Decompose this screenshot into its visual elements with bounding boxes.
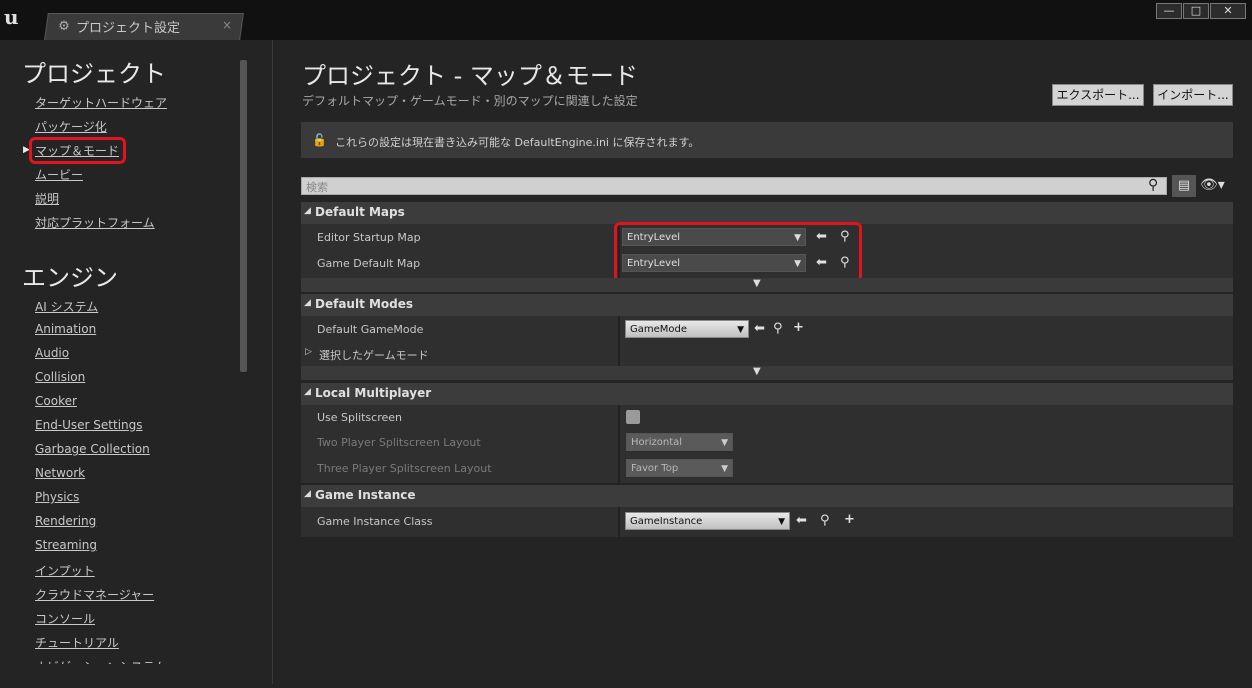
export-button[interactable]: エクスポート...	[1052, 84, 1144, 106]
minimize-button[interactable]: —	[1156, 3, 1182, 19]
settings-gear-icon: ⚙	[58, 18, 70, 34]
three-player-layout-value: Favor Top	[631, 463, 679, 474]
sidebar-item-movies[interactable]: ムービー	[35, 166, 83, 183]
three-player-layout-label: Three Player Splitscreen Layout	[317, 462, 492, 475]
game-instance-class-value: GameInstance	[630, 516, 703, 527]
sidebar-item-cooker[interactable]: Cooker	[35, 394, 77, 408]
sidebar-item-crowd-manager[interactable]: クラウドマネージャー	[35, 586, 154, 603]
two-player-layout-value: Horizontal	[631, 437, 683, 448]
sidebar-divider	[272, 40, 273, 684]
table-view-icon[interactable]: ▤	[1172, 175, 1196, 197]
advanced-expander[interactable]: ▼	[301, 278, 1233, 292]
sidebar-item-description[interactable]: 説明	[35, 190, 59, 207]
chevron-down-icon: ▼	[721, 464, 728, 474]
sidebar-scrollbar[interactable]	[240, 60, 247, 372]
sidebar-item-network[interactable]: Network	[35, 466, 85, 480]
selected-gamemode-label[interactable]: 選択したゲームモード	[319, 347, 429, 363]
sidebar-heading-project: プロジェクト	[22, 60, 166, 88]
sidebar-item-animation[interactable]: Animation	[35, 322, 96, 336]
section-default-maps[interactable]: ◢ Default Maps	[301, 202, 1233, 224]
add-icon[interactable]: +	[793, 320, 804, 335]
view-options-icon[interactable]: 👁▾	[1200, 177, 1225, 193]
sidebar-item-streaming[interactable]: Streaming	[35, 538, 97, 552]
collapse-arrow-icon: ◢	[304, 489, 311, 499]
window-controls: — □ ✕	[1155, 3, 1246, 19]
use-selected-arrow-icon[interactable]: ⬅	[796, 513, 807, 528]
sidebar-item-packaging[interactable]: パッケージ化	[35, 118, 107, 135]
use-selected-arrow-icon[interactable]: ⬅	[754, 321, 765, 336]
collapse-arrow-icon: ◢	[304, 387, 311, 397]
page-title: プロジェクト - マップ＆モード	[302, 62, 638, 90]
sidebar-item-end-user-settings[interactable]: End-User Settings	[35, 418, 143, 432]
tab-close-icon[interactable]: ×	[222, 18, 232, 32]
section-default-modes[interactable]: ◢ Default Modes	[301, 294, 1233, 316]
sidebar-item-collision[interactable]: Collision	[35, 370, 85, 384]
browse-magnifier-icon[interactable]: ⚲	[820, 513, 830, 528]
maps-highlight-box	[614, 222, 862, 283]
chevron-down-icon: ▼	[721, 438, 728, 448]
column-divider	[618, 405, 620, 483]
default-gamemode-value: GameMode	[630, 324, 688, 335]
search-icon[interactable]: ⚲	[1148, 177, 1158, 193]
sidebar-item-console[interactable]: コンソール	[35, 610, 95, 627]
default-gamemode-dropdown[interactable]: GameMode ▼	[625, 320, 749, 338]
sidebar-heading-engine: エンジン	[22, 264, 118, 292]
default-modes-body	[301, 316, 1233, 366]
sidebar-item-tutorial[interactable]: チュートリアル	[35, 634, 119, 651]
expand-advanced-icon: ▼	[753, 278, 761, 289]
unreal-logo-icon[interactable]: u	[4, 4, 30, 30]
browse-magnifier-icon[interactable]: ⚲	[773, 321, 783, 336]
add-icon[interactable]: +	[844, 512, 855, 527]
sidebar-item-physics[interactable]: Physics	[35, 490, 79, 504]
three-player-layout-dropdown[interactable]: Favor Top ▼	[626, 459, 733, 477]
import-button[interactable]: インポート...	[1153, 84, 1233, 106]
unlock-icon: 🔓	[312, 133, 327, 147]
section-title: Default Modes	[315, 297, 414, 311]
two-player-layout-dropdown[interactable]: Horizontal ▼	[626, 433, 733, 451]
search-placeholder: 検索	[306, 181, 328, 194]
game-instance-class-dropdown[interactable]: GameInstance ▼	[625, 512, 790, 530]
section-game-instance[interactable]: ◢ Game Instance	[301, 485, 1233, 507]
sidebar-item-garbage-collection[interactable]: Garbage Collection	[35, 442, 150, 456]
section-title: Game Instance	[315, 488, 416, 502]
column-divider	[618, 507, 620, 537]
maximize-button[interactable]: □	[1183, 3, 1209, 19]
close-window-button[interactable]: ✕	[1210, 3, 1246, 19]
search-input[interactable]	[301, 177, 1167, 195]
use-splitscreen-label: Use Splitscreen	[317, 411, 403, 424]
sidebar-item-target-hardware[interactable]: ターゲットハードウェア	[35, 94, 167, 111]
sidebar-item-ai-system[interactable]: AI システム	[35, 298, 98, 315]
sidebar-item-navigation-system[interactable]: ナビゲーションシステム	[35, 658, 166, 664]
sidebar-item-rendering[interactable]: Rendering	[35, 514, 96, 528]
section-local-multiplayer[interactable]: ◢ Local Multiplayer	[301, 383, 1233, 405]
collapse-arrow-icon: ◢	[304, 298, 311, 308]
title-bar: u ⚙ プロジェクト設定 × — □ ✕	[0, 0, 1252, 40]
sidebar-item-supported-platforms[interactable]: 対応プラットフォーム	[35, 214, 155, 231]
advanced-expander[interactable]: ▼	[301, 366, 1233, 380]
column-divider	[618, 316, 620, 366]
notice-text: これらの設定は現在書き込み可能な DefaultEngine.ini に保存され…	[335, 136, 700, 149]
sidebar-item-audio[interactable]: Audio	[35, 346, 69, 360]
default-gamemode-label: Default GameMode	[317, 323, 424, 336]
collapse-arrow-icon: ◢	[304, 206, 311, 216]
expand-arrow-icon[interactable]: ▷	[305, 347, 312, 357]
tab-label: プロジェクト設定	[76, 21, 181, 36]
chevron-down-icon: ▼	[778, 517, 785, 527]
section-title: Default Maps	[315, 205, 405, 219]
section-title: Local Multiplayer	[315, 386, 432, 400]
chevron-down-icon: ▼	[737, 325, 744, 335]
game-default-map-label: Game Default Map	[317, 257, 421, 270]
sidebar-item-input[interactable]: インプット	[35, 562, 95, 579]
game-instance-class-label: Game Instance Class	[317, 515, 433, 528]
two-player-layout-label: Two Player Splitscreen Layout	[317, 436, 481, 449]
expand-advanced-icon: ▼	[753, 366, 761, 377]
sidebar-highlight-box	[29, 137, 126, 164]
page-subtitle: デフォルトマップ・ゲームモード・別のマップに関連した設定	[302, 94, 638, 108]
editor-startup-map-label: Editor Startup Map	[317, 231, 421, 244]
use-splitscreen-checkbox[interactable]	[626, 410, 640, 424]
